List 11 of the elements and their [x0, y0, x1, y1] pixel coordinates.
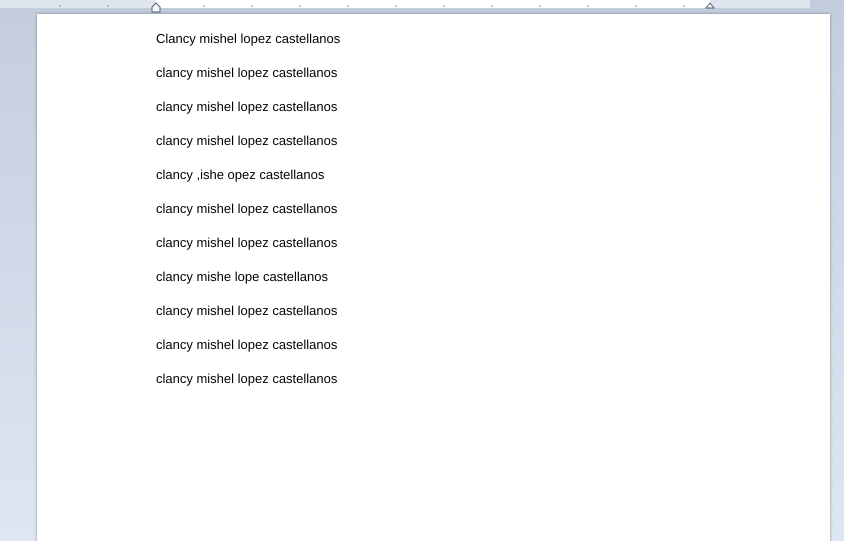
- paragraph: clancy mishel lopez castellanos: [156, 370, 338, 387]
- paragraph: clancy mishel lopez castellanos: [156, 132, 338, 149]
- paragraph: clancy mishe lope castellanos: [156, 268, 328, 285]
- paragraph: clancy mishel lopez castellanos: [156, 234, 338, 251]
- paragraph: clancy mishel lopez castellanos: [156, 200, 338, 217]
- paragraph: Clancy mishel lopez castellanos: [156, 30, 340, 47]
- paragraph: clancy mishel lopez castellanos: [156, 302, 338, 319]
- paragraph: clancy mishel lopez castellanos: [156, 98, 338, 115]
- paragraph: clancy mishel lopez castellanos: [156, 64, 338, 81]
- paragraph: clancy mishel lopez castellanos: [156, 336, 338, 353]
- paragraph: clancy ,ishe opez castellanos: [156, 166, 324, 183]
